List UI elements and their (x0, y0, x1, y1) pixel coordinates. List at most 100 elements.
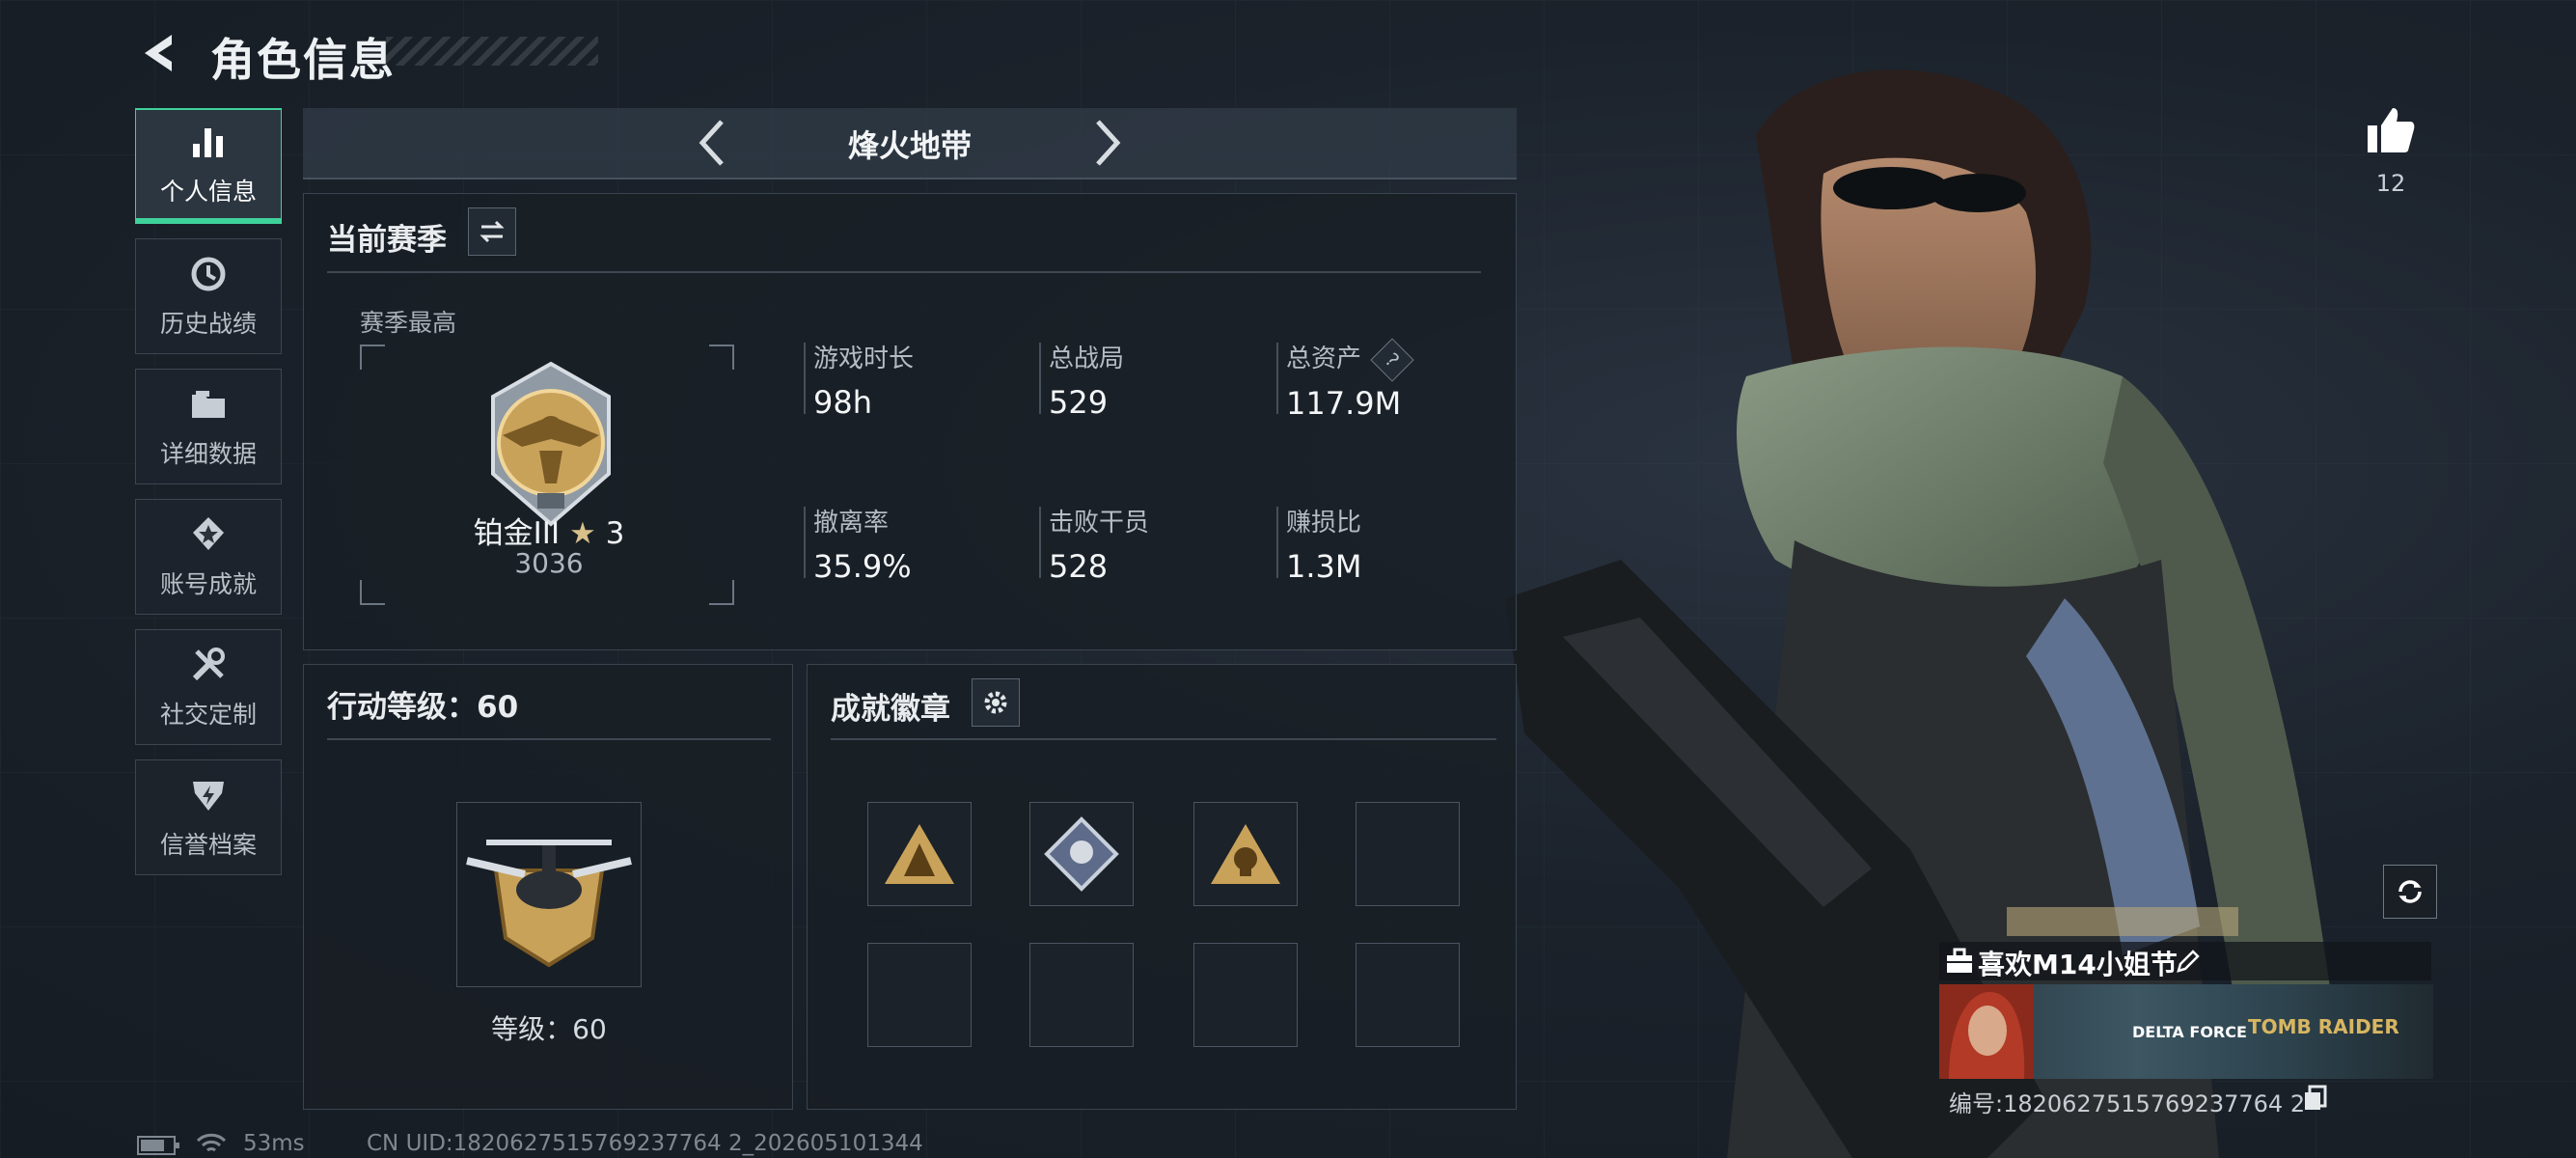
banner-logo-tomb-raider: TOMB RAIDER (2248, 1015, 2399, 1038)
mode-title: 烽火地带 (847, 127, 972, 164)
back-arrow-icon[interactable] (135, 29, 183, 77)
achievement-icon (193, 517, 224, 550)
skull-badge-icon (1211, 824, 1280, 884)
achievement-settings-button[interactable] (972, 678, 1020, 727)
edit-pencil-icon[interactable] (2175, 948, 2202, 975)
achievement-badge-slot[interactable] (1029, 802, 1134, 906)
stat-label: 总资产 ? (1286, 338, 1414, 382)
stat-separator (1039, 343, 1041, 414)
achievement-panel: 成就徽章 (807, 664, 1517, 1110)
frame-corner (709, 345, 734, 370)
side-nav: 个人信息 历史战绩 详细数据 账号成就 社交定制 信誉档案 (135, 108, 284, 890)
chevron-right-icon[interactable] (1082, 116, 1131, 170)
achievement-badge-slot-empty[interactable] (1193, 943, 1298, 1047)
level-badge-frame (456, 802, 642, 987)
section-divider (327, 271, 1481, 273)
mode-selector: 烽火地带 (303, 108, 1517, 179)
stat-separator (804, 343, 806, 414)
frame-corner (360, 345, 385, 370)
achievement-badge-slot-empty[interactable] (1356, 802, 1460, 906)
diamond-badge-icon (1044, 816, 1119, 892)
stat-value: 528 (1049, 548, 1109, 585)
achievement-badge-slot-empty[interactable] (1029, 943, 1134, 1047)
rank-medal-icon (491, 361, 611, 527)
stat-value: 529 (1049, 384, 1109, 421)
bar-chart-icon (193, 128, 223, 157)
thumbs-up-icon[interactable] (2364, 104, 2416, 156)
stat-label: 总战局 (1049, 345, 1125, 373)
help-button[interactable]: ? (1370, 338, 1414, 382)
ping-value: 53ms (243, 1131, 305, 1156)
level-label: 等级：60 (491, 1013, 607, 1045)
stat-separator (804, 507, 806, 578)
achievement-title: 成就徽章 (831, 692, 950, 727)
achievement-badge-slot[interactable] (867, 802, 972, 906)
stat-cell: 击败干员 528 (1039, 503, 1149, 585)
season-switch-button[interactable] (468, 207, 516, 256)
rank-stars: 3 (605, 516, 625, 551)
stat-label: 游戏时长 (813, 345, 915, 373)
page-title: 角色信息 (210, 34, 396, 86)
level-title: 行动等级：60 (327, 690, 519, 725)
refresh-button[interactable] (2383, 865, 2437, 919)
tools-icon (192, 648, 225, 681)
credit-icon (193, 782, 224, 811)
stat-value: 117.9M (1286, 385, 1402, 422)
stat-value: 1.3M (1286, 548, 1362, 585)
stat-cell: 撤离率 35.9% (804, 503, 912, 585)
uid-status-line: CN UID:1820627515769237764 2_20260510134… (367, 1131, 923, 1156)
folder-icon (192, 391, 225, 418)
player-nickname: 喜欢M14小姐节 (1978, 949, 2178, 980)
stat-label: 撤离率 (813, 509, 890, 538)
wifi-icon (196, 1133, 227, 1152)
nav-label: 信誉档案 (159, 831, 257, 859)
achievement-badge-slot-empty[interactable] (1356, 943, 1460, 1047)
stat-label: 赚损比 (1286, 509, 1362, 538)
stat-separator (1276, 507, 1278, 578)
achievement-badge-slot[interactable] (1193, 802, 1298, 906)
nickname-bar: 喜欢M14小姐节 (1939, 942, 2431, 980)
refresh-icon (2398, 880, 2422, 903)
player-uid: 编号:1820627515769237764 2 (1949, 1090, 2306, 1117)
section-divider (327, 738, 771, 740)
action-level-panel[interactable]: 行动等级：60 等级：60 (303, 664, 793, 1110)
copy-icon[interactable] (2302, 1085, 2329, 1112)
stat-cell: 总资产 ? 117.9M (1276, 338, 1414, 422)
briefcase-icon (1947, 948, 1972, 973)
stat-separator (1276, 343, 1278, 414)
season-best-label: 赛季最高 (360, 309, 457, 337)
gear-icon (984, 691, 1007, 714)
nav-item-achievements[interactable]: 账号成就 (135, 499, 282, 615)
nav-label: 个人信息 (159, 178, 257, 206)
helicopter-badge-icon (466, 840, 632, 968)
nav-item-detailed-data[interactable]: 详细数据 (135, 369, 282, 484)
title-decoration (386, 37, 598, 66)
avatar-portrait (1949, 992, 2025, 1079)
stat-cell: 游戏时长 98h (804, 339, 915, 421)
stat-cell: 总战局 529 (1039, 339, 1125, 421)
achievement-badge-slot-empty[interactable] (867, 943, 972, 1047)
nav-item-history[interactable]: 历史战绩 (135, 238, 282, 354)
section-divider (831, 738, 1496, 740)
stat-cell: 赚损比 1.3M (1276, 503, 1362, 585)
stat-value: 98h (813, 384, 872, 421)
history-icon (191, 257, 226, 291)
frame-corner (360, 580, 385, 605)
nav-item-social-custom[interactable]: 社交定制 (135, 629, 282, 745)
star-icon: ★ (568, 516, 596, 551)
nav-label: 历史战绩 (159, 310, 257, 338)
stat-separator (1039, 507, 1041, 578)
rank-name: 铂金III (473, 516, 561, 551)
triangle-badge-icon (885, 824, 954, 884)
swap-icon (480, 220, 505, 243)
nav-item-credit-file[interactable]: 信誉档案 (135, 759, 282, 875)
rank-score: 3036 (514, 547, 584, 579)
nav-label: 账号成就 (159, 570, 257, 598)
season-panel: 当前赛季 赛季最高 铂金III ★ 3 3036 游戏时长 98h 总战局 52… (303, 193, 1517, 650)
battery-icon (137, 1136, 179, 1155)
profile-banner: DELTA FORCE TOMB RAIDER (1939, 984, 2433, 1079)
nav-item-personal-info[interactable]: 个人信息 (135, 108, 282, 224)
frame-corner (709, 580, 734, 605)
nav-label: 详细数据 (159, 440, 257, 468)
like-count: 12 (2375, 170, 2406, 197)
